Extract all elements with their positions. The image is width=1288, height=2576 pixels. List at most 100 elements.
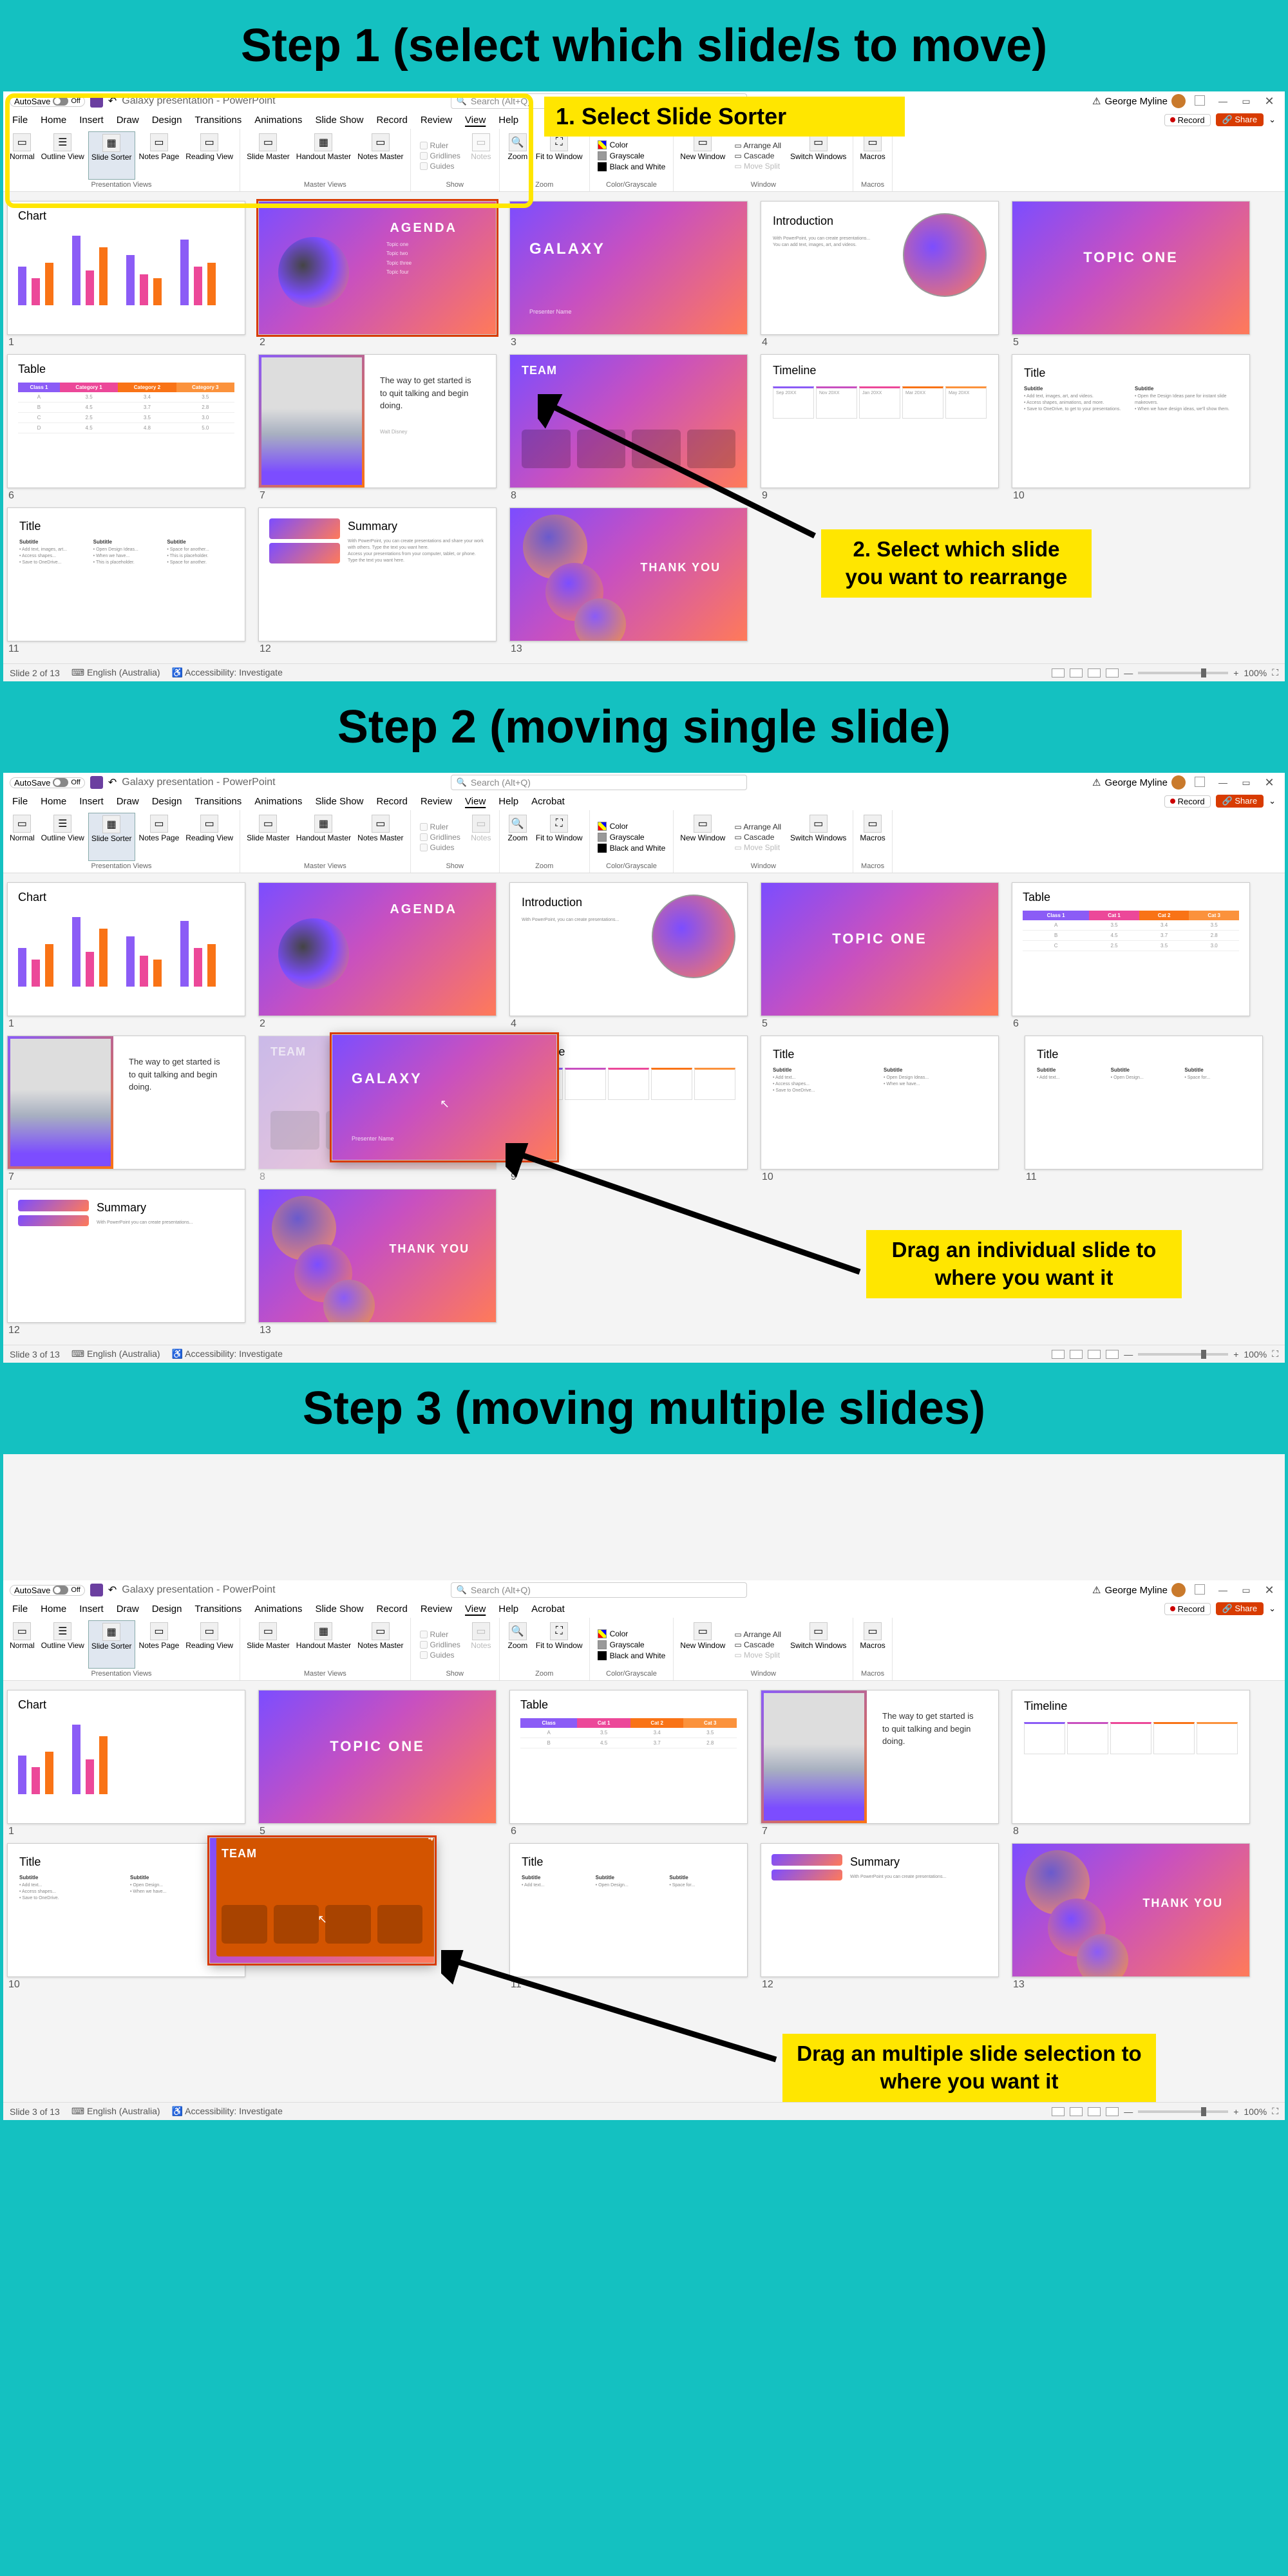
slide-master-button[interactable]: ▭Slide Master [244, 1620, 292, 1669]
slide-thumb[interactable]: SummaryWith PowerPoint, you can create p… [258, 507, 497, 657]
menu-record[interactable]: Record [376, 1604, 407, 1615]
slide-thumb[interactable]: SummaryWith PowerPoint you can create pr… [7, 1189, 245, 1338]
minimize-icon[interactable]: — [1214, 96, 1232, 106]
menu-animations[interactable]: Animations [254, 1604, 302, 1615]
close-icon[interactable]: ✕ [1260, 1584, 1278, 1597]
share-button[interactable]: 🔗 Share [1216, 113, 1264, 126]
outline-view-button[interactable]: ☰Outline View [39, 1620, 87, 1669]
menu-acrobat[interactable]: Acrobat [531, 1604, 565, 1615]
zoom-slider[interactable] [1138, 2110, 1228, 2113]
notes-button[interactable]: ▭Notes [467, 1620, 495, 1669]
save-icon[interactable] [90, 1584, 103, 1596]
dragged-multi-slide[interactable]: 4 TEAM ↖ [209, 1837, 435, 1964]
macros-button[interactable]: ▭Macros [857, 1620, 887, 1669]
close-icon[interactable]: ✕ [1260, 776, 1278, 790]
menu-record[interactable]: Record [376, 115, 407, 126]
ribbon-down-icon[interactable]: ⌄ [1269, 1604, 1276, 1614]
menu-transitions[interactable]: Transitions [194, 115, 242, 126]
slide-thumb[interactable]: TitleSubtitle• Add text...Subtitle• Open… [1025, 1036, 1263, 1185]
menu-insert[interactable]: Insert [79, 796, 104, 807]
notes-master-button[interactable]: ▭Notes Master [355, 131, 406, 180]
menu-slideshow[interactable]: Slide Show [315, 796, 363, 807]
slide-thumb[interactable]: THANK YOU13 [258, 1189, 497, 1338]
slide-thumb[interactable]: TableClass 1Cat 1Cat 2Cat 3A3.53.43.5B4.… [1012, 882, 1250, 1032]
menu-transitions[interactable]: Transitions [194, 1604, 242, 1615]
notes-button[interactable]: ▭Notes [467, 131, 495, 180]
slide-thumb[interactable]: TableClassCat 1Cat 2Cat 3A3.53.43.5B4.53… [509, 1690, 748, 1839]
slide-thumb[interactable]: TOPIC ONE5 [1012, 201, 1250, 350]
lang[interactable]: ⌨ English (Australia) [71, 2106, 160, 2117]
slide-thumb[interactable]: TitleSubtitle• Add text, images, art...•… [7, 507, 245, 657]
notes-master-button[interactable]: ▭Notes Master [355, 813, 406, 861]
slide-thumb[interactable]: SummaryWith PowerPoint you can create pr… [761, 1843, 999, 1993]
handout-master-button[interactable]: ▦Handout Master [294, 813, 354, 861]
zoom-button[interactable]: 🔍Zoom [504, 1620, 532, 1669]
slide-thumb[interactable]: TOPIC ONE5 [761, 882, 999, 1032]
sorter-view-icon[interactable] [1070, 668, 1083, 677]
notes-page-button[interactable]: ▭Notes Page [137, 1620, 182, 1669]
reading-view-button[interactable]: ▭Reading View [183, 813, 236, 861]
window-opts[interactable]: ▭ Arrange All ▭ Cascade ▭ Move Split [729, 131, 786, 180]
menu-review[interactable]: Review [421, 796, 452, 807]
new-window-button[interactable]: ▭New Window [677, 1620, 728, 1669]
ribbon-collapse-icon[interactable] [1191, 95, 1209, 108]
switch-windows-button[interactable]: ▭Switch Windows [788, 1620, 849, 1669]
slide-thumb[interactable]: Chart1 [7, 201, 245, 350]
normal-view-button[interactable]: ▭Normal [7, 813, 37, 861]
menu-home[interactable]: Home [41, 1604, 66, 1615]
reading-view-icon[interactable] [1088, 2107, 1101, 2116]
new-window-button[interactable]: ▭New Window [677, 131, 728, 180]
switch-windows-button[interactable]: ▭Switch Windows [788, 131, 849, 180]
record-button[interactable]: Record [1164, 795, 1211, 808]
notes-page-button[interactable]: ▭Notes Page [137, 813, 182, 861]
autosave-toggle[interactable]: AutoSaveOff [10, 96, 85, 107]
notes-master-button[interactable]: ▭Notes Master [355, 1620, 406, 1669]
record-button[interactable]: Record [1164, 1603, 1211, 1615]
accessibility[interactable]: ♿ Accessibility: Investigate [172, 2106, 283, 2117]
slideshow-view-icon[interactable] [1106, 668, 1119, 677]
menu-file[interactable]: File [12, 1604, 28, 1615]
handout-master-button[interactable]: ▦Handout Master [294, 1620, 354, 1669]
menu-design[interactable]: Design [152, 796, 182, 807]
slide-thumb[interactable]: The way to get started is to quit talkin… [258, 354, 497, 504]
sorter-view-icon[interactable] [1070, 1350, 1083, 1359]
menu-record[interactable]: Record [376, 796, 407, 807]
accessibility[interactable]: ♿ Accessibility: Investigate [172, 667, 283, 678]
normal-view-button[interactable]: ▭Normal [7, 1620, 37, 1669]
menu-view[interactable]: View [465, 796, 486, 807]
undo-icon[interactable]: ↶ [108, 776, 117, 789]
switch-windows-button[interactable]: ▭Switch Windows [788, 813, 849, 861]
slide-thumb[interactable]: TOPIC ONE5 [258, 1690, 497, 1839]
handout-master-button[interactable]: ▦Handout Master [294, 131, 354, 180]
menu-file[interactable]: File [12, 115, 28, 126]
zoom-pct[interactable]: 100% [1244, 668, 1267, 678]
menu-insert[interactable]: Insert [79, 115, 104, 126]
menu-review[interactable]: Review [421, 115, 452, 126]
save-icon[interactable] [90, 95, 103, 108]
share-button[interactable]: 🔗 Share [1216, 1602, 1264, 1615]
reading-view-icon[interactable] [1088, 668, 1101, 677]
menu-slideshow[interactable]: Slide Show [315, 115, 363, 126]
menu-file[interactable]: File [12, 796, 28, 807]
lang[interactable]: ⌨ English (Australia) [71, 667, 160, 678]
menu-view[interactable]: View [465, 1604, 486, 1615]
ribbon-collapse-icon[interactable] [1191, 1584, 1209, 1596]
autosave-toggle[interactable]: AutoSaveOff [10, 777, 85, 788]
maximize-icon[interactable]: ▭ [1237, 96, 1255, 107]
slideshow-view-icon[interactable] [1106, 1350, 1119, 1359]
menu-draw[interactable]: Draw [117, 1604, 139, 1615]
menu-draw[interactable]: Draw [117, 115, 139, 126]
menu-review[interactable]: Review [421, 1604, 452, 1615]
slide-thumb[interactable]: The way to get started is to quit talkin… [761, 1690, 999, 1839]
slide-thumb[interactable]: AGENDATopic oneTopic twoTopic threeTopic… [258, 201, 497, 350]
color-mode[interactable]: Color Grayscale Black and White [594, 131, 670, 180]
slide-sorter-button[interactable]: ▦Slide Sorter [88, 813, 135, 861]
outline-view-button[interactable]: ☰Outline View [39, 131, 87, 180]
menu-animations[interactable]: Animations [254, 115, 302, 126]
menu-acrobat[interactable]: Acrobat [531, 796, 565, 807]
slide-thumb[interactable]: TitleSubtitle• Add text, images, art, an… [1012, 354, 1250, 504]
search-box[interactable]: Search (Alt+Q) [451, 1582, 747, 1598]
show-checks[interactable]: RulerGridlinesGuides [415, 1620, 466, 1669]
menu-help[interactable]: Help [498, 796, 518, 807]
dragged-slide[interactable]: GALAXY Presenter Name ↖ [332, 1034, 557, 1160]
